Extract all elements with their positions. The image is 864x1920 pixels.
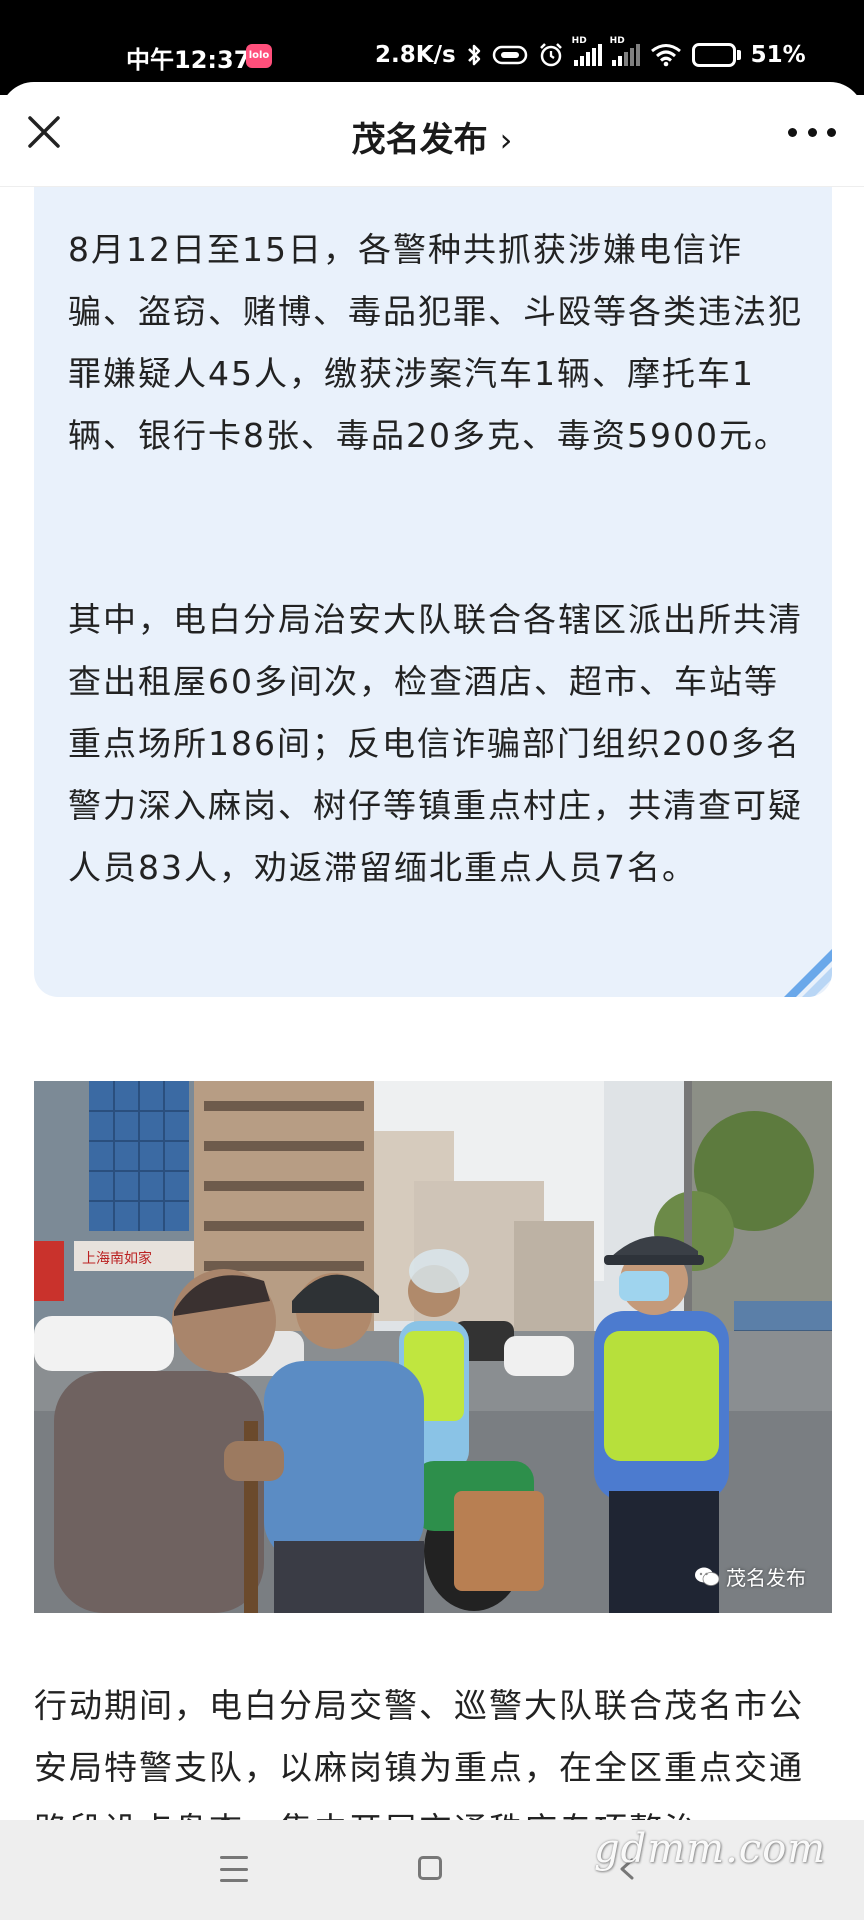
bluetooth-icon — [467, 44, 480, 66]
app-notification-icon: lolo — [246, 44, 272, 68]
signal-icon-2: HD — [610, 36, 640, 66]
article-photo[interactable]: 上海南如家 茂名发布 — [34, 1081, 832, 1613]
wechat-icon — [695, 1567, 720, 1586]
net-speed: 2.8K/s — [375, 42, 456, 68]
status-bar: 中午12:37 lolo 2.8K/s HD HD 51% — [0, 0, 864, 95]
status-time: 中午12:37 — [126, 46, 251, 74]
account-title[interactable]: 茂名发布 › — [0, 112, 864, 161]
svg-text:上海南如家: 上海南如家 — [82, 1250, 152, 1267]
street-scene-image: 上海南如家 — [34, 1081, 832, 1613]
quote-paragraph-1: 8月12日至15日，各警种共抓获涉嫌电信诈骗、盗窃、赌博、毒品犯罪、斗殴等各类违… — [68, 230, 803, 455]
status-icons: 2.8K/s HD HD 51% — [375, 36, 806, 70]
wifi-icon — [650, 44, 681, 67]
photo-watermark-text: 茂名发布 — [726, 1566, 806, 1590]
menu-icon[interactable] — [220, 1856, 248, 1882]
quote-box: 8月12日至15日，各警种共抓获涉嫌电信诈骗、盗窃、赌博、毒品犯罪、斗殴等各类违… — [34, 187, 832, 997]
battery-icon — [691, 43, 741, 67]
account-name[interactable]: 茂名发布 — [352, 120, 488, 160]
quote-corner-decoration — [784, 949, 832, 997]
quote-paragraph-2: 其中，电白分局治安大队联合各辖区派出所共清查出租屋60多间次，检查酒店、超市、车… — [68, 600, 803, 887]
photo-watermark: 茂名发布 — [694, 1562, 806, 1591]
article-header: 茂名发布 › — [0, 82, 864, 187]
chevron-right-icon: › — [499, 121, 513, 159]
signal-icon-1: HD — [572, 36, 602, 66]
site-watermark: gdmm.com — [594, 1826, 827, 1872]
battery-percent: 51% — [750, 42, 806, 68]
home-icon[interactable] — [418, 1856, 442, 1880]
more-icon[interactable] — [788, 122, 836, 142]
alarm-icon — [539, 43, 562, 67]
toggle-icon — [492, 45, 527, 65]
